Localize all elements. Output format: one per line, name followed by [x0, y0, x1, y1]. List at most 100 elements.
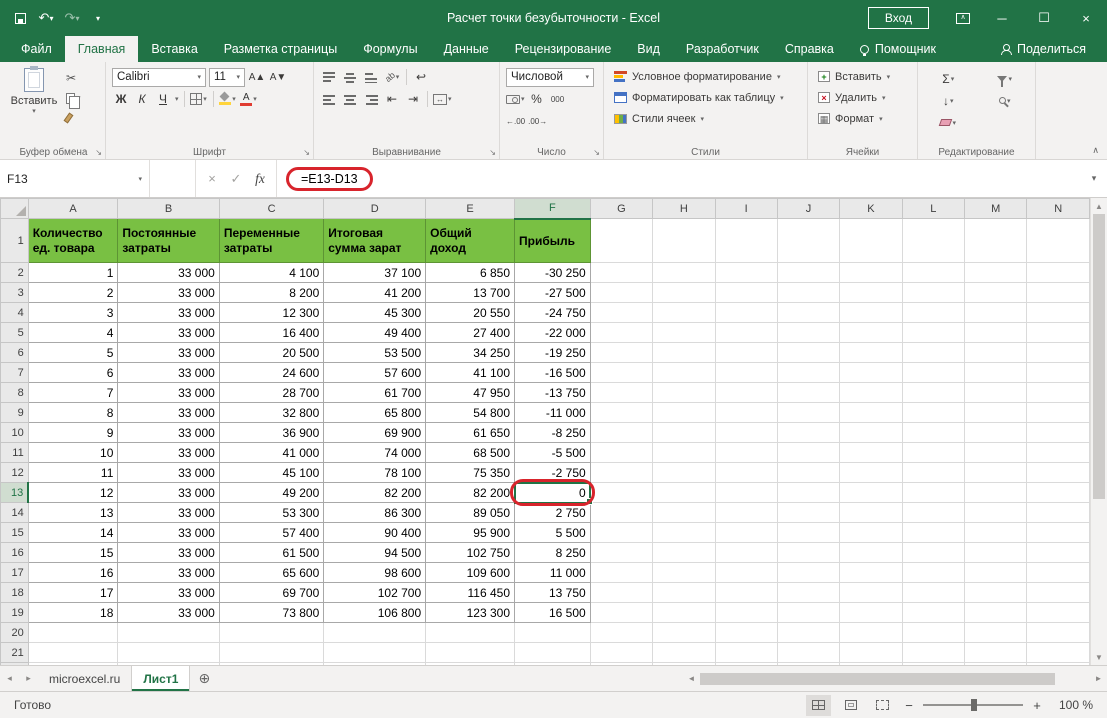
cell-K3[interactable]	[840, 283, 902, 303]
cell-E9[interactable]: 54 800	[426, 403, 515, 423]
row-header-22[interactable]: 22	[1, 663, 29, 666]
cell-M17[interactable]	[964, 563, 1026, 583]
scroll-up-arrow[interactable]: ▲	[1091, 198, 1107, 214]
align-center-button[interactable]	[341, 90, 359, 109]
cell-H20[interactable]	[653, 623, 715, 643]
cell-D11[interactable]: 74 000	[324, 443, 426, 463]
cell-N14[interactable]	[1027, 503, 1090, 523]
cell-M16[interactable]	[964, 543, 1026, 563]
cell-C10[interactable]: 36 900	[219, 423, 323, 443]
italic-button[interactable]: К	[133, 90, 151, 109]
cell-N3[interactable]	[1027, 283, 1090, 303]
cell-J2[interactable]	[777, 263, 839, 283]
column-header-J[interactable]: J	[777, 199, 839, 219]
cell-F2[interactable]: -30 250	[515, 263, 591, 283]
cell-C5[interactable]: 16 400	[219, 323, 323, 343]
normal-view-button[interactable]	[806, 695, 831, 716]
accounting-format-button[interactable]: ▾	[506, 90, 525, 109]
cell-B1[interactable]: Постоянные затраты	[118, 219, 219, 263]
cell-A13[interactable]: 12	[28, 483, 118, 503]
cell-G8[interactable]	[590, 383, 652, 403]
cell-F1[interactable]: Прибыль	[515, 219, 591, 263]
cell-L15[interactable]	[902, 523, 964, 543]
cell-L4[interactable]	[902, 303, 964, 323]
cell-C16[interactable]: 61 500	[219, 543, 323, 563]
cell-B19[interactable]: 33 000	[118, 603, 219, 623]
cell-L1[interactable]	[902, 219, 964, 263]
row-header-10[interactable]: 10	[1, 423, 29, 443]
name-box-resizer[interactable]	[150, 160, 196, 197]
cell-G2[interactable]	[590, 263, 652, 283]
cell-F20[interactable]	[515, 623, 591, 643]
cell-L10[interactable]	[902, 423, 964, 443]
cell-I15[interactable]	[715, 523, 777, 543]
add-sheet-button[interactable]: ⊕	[190, 666, 218, 691]
cell-I5[interactable]	[715, 323, 777, 343]
cell-I18[interactable]	[715, 583, 777, 603]
cell-F11[interactable]: -5 500	[515, 443, 591, 463]
cell-C7[interactable]: 24 600	[219, 363, 323, 383]
cell-K18[interactable]	[840, 583, 902, 603]
cell-C2[interactable]: 4 100	[219, 263, 323, 283]
cell-C22[interactable]	[219, 663, 323, 666]
cell-I19[interactable]	[715, 603, 777, 623]
cell-K21[interactable]	[840, 643, 902, 663]
cell-L6[interactable]	[902, 343, 964, 363]
column-header-B[interactable]: B	[118, 199, 219, 219]
cancel-entry-button[interactable]: ×	[202, 171, 222, 186]
cell-B21[interactable]	[118, 643, 219, 663]
cell-G21[interactable]	[590, 643, 652, 663]
row-header-13[interactable]: 13	[1, 483, 29, 503]
row-header-11[interactable]: 11	[1, 443, 29, 463]
row-header-3[interactable]: 3	[1, 283, 29, 303]
cell-D20[interactable]	[324, 623, 426, 643]
fill-color-button[interactable]: ▾	[219, 90, 237, 109]
tab-assistant[interactable]: Помощник	[847, 36, 949, 62]
cell-N18[interactable]	[1027, 583, 1090, 603]
ribbon-tab-1[interactable]: Главная	[65, 36, 139, 62]
cell-G6[interactable]	[590, 343, 652, 363]
cell-G10[interactable]	[590, 423, 652, 443]
column-header-H[interactable]: H	[653, 199, 715, 219]
cell-L11[interactable]	[902, 443, 964, 463]
cell-L3[interactable]	[902, 283, 964, 303]
undo-button[interactable]: ↶▾	[34, 5, 58, 31]
increase-indent-button[interactable]: ⇥	[404, 90, 422, 109]
cell-M20[interactable]	[964, 623, 1026, 643]
row-header-19[interactable]: 19	[1, 603, 29, 623]
align-right-button[interactable]	[362, 90, 380, 109]
cell-N4[interactable]	[1027, 303, 1090, 323]
alignment-dialog-launcher[interactable]: ↘	[489, 148, 496, 157]
cell-K5[interactable]	[840, 323, 902, 343]
vertical-scrollbar-track[interactable]	[1091, 499, 1107, 649]
cell-L19[interactable]	[902, 603, 964, 623]
cell-K7[interactable]	[840, 363, 902, 383]
zoom-out-button[interactable]: −	[902, 698, 916, 713]
cell-J17[interactable]	[777, 563, 839, 583]
cell-B3[interactable]: 33 000	[118, 283, 219, 303]
cell-E11[interactable]: 68 500	[426, 443, 515, 463]
cell-H4[interactable]	[653, 303, 715, 323]
cell-F3[interactable]: -27 500	[515, 283, 591, 303]
cell-J20[interactable]	[777, 623, 839, 643]
cell-N1[interactable]	[1027, 219, 1090, 263]
ribbon-tab-9[interactable]: Справка	[772, 36, 847, 62]
cell-F10[interactable]: -8 250	[515, 423, 591, 443]
cell-J11[interactable]	[777, 443, 839, 463]
cell-M13[interactable]	[964, 483, 1026, 503]
row-header-21[interactable]: 21	[1, 643, 29, 663]
cell-C21[interactable]	[219, 643, 323, 663]
cell-N12[interactable]	[1027, 463, 1090, 483]
cell-G9[interactable]	[590, 403, 652, 423]
cell-J19[interactable]	[777, 603, 839, 623]
cell-N20[interactable]	[1027, 623, 1090, 643]
cell-J1[interactable]	[777, 219, 839, 263]
cell-L22[interactable]	[902, 663, 964, 666]
cell-M10[interactable]	[964, 423, 1026, 443]
cell-A3[interactable]: 2	[28, 283, 118, 303]
cell-D16[interactable]: 94 500	[324, 543, 426, 563]
cell-B7[interactable]: 33 000	[118, 363, 219, 383]
orientation-button[interactable]: ab▾	[383, 68, 401, 87]
column-header-C[interactable]: C	[219, 199, 323, 219]
cell-C1[interactable]: Переменные затраты	[219, 219, 323, 263]
